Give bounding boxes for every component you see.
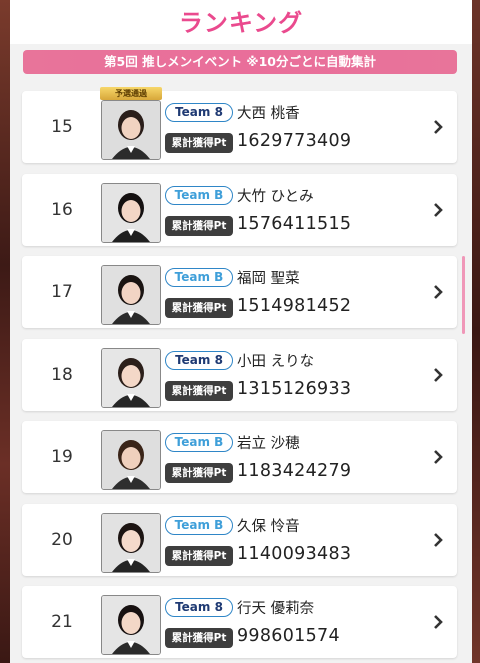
member-photo — [101, 100, 161, 160]
cumulative-pt-label: 累計獲得Pt — [165, 381, 233, 401]
chevron-right-icon[interactable] — [429, 531, 447, 549]
member-name: 久保 怜音 — [237, 519, 300, 535]
team-badge: Team 8 — [165, 351, 233, 370]
points-value: 1140093483 — [237, 544, 352, 564]
ranking-row[interactable]: 19 Team B 岩立 沙穂 累計獲得Pt 1183424279 — [22, 421, 457, 493]
rank-number: 21 — [51, 612, 73, 632]
person-icon — [102, 596, 160, 654]
ranking-row[interactable]: 21 Team 8 行天 優莉奈 累計獲得Pt 998601574 — [22, 586, 457, 658]
member-name: 大西 桃香 — [237, 106, 300, 122]
ranking-row[interactable]: 17 Team B 福岡 聖菜 累計獲得Pt 1514981452 — [22, 256, 457, 328]
rank-number: 15 — [51, 117, 73, 137]
team-badge: Team B — [165, 516, 233, 535]
points-value: 1514981452 — [237, 296, 352, 316]
team-badge: Team B — [165, 433, 233, 452]
rank-number: 17 — [51, 282, 73, 302]
background-right — [472, 0, 480, 663]
points-value: 1629773409 — [237, 131, 352, 151]
rank-number: 19 — [51, 447, 73, 467]
background-left — [0, 0, 10, 663]
ranking-row[interactable]: 18 Team 8 小田 えりな 累計獲得Pt 1315126933 — [22, 339, 457, 411]
chevron-right-icon[interactable] — [429, 118, 447, 136]
points-value: 1576411515 — [237, 214, 352, 234]
chevron-right-icon[interactable] — [429, 448, 447, 466]
team-badge: Team 8 — [165, 103, 233, 122]
cumulative-pt-label: 累計獲得Pt — [165, 216, 233, 236]
points-value: 998601574 — [237, 626, 340, 646]
member-photo — [101, 183, 161, 243]
points-value: 1315126933 — [237, 379, 352, 399]
cumulative-pt-label: 累計獲得Pt — [165, 628, 233, 648]
team-badge: Team 8 — [165, 598, 233, 617]
person-icon — [102, 431, 160, 489]
ranking-row[interactable]: 15 予選通過 Team 8 大西 桃香 累計獲得Pt 1629773409 — [22, 87, 457, 163]
cumulative-pt-label: 累計獲得Pt — [165, 546, 233, 566]
member-photo — [101, 348, 161, 408]
page-title: ランキング — [178, 9, 304, 37]
person-icon — [102, 266, 160, 324]
team-badge: Team B — [165, 268, 233, 287]
header: ランキング — [10, 0, 472, 44]
member-name: 行天 優莉奈 — [237, 601, 315, 617]
person-icon — [102, 101, 160, 159]
rank-number: 20 — [51, 530, 73, 550]
rank-number: 16 — [51, 200, 73, 220]
rank-number: 18 — [51, 365, 73, 385]
member-photo — [101, 265, 161, 325]
member-name: 岩立 沙穂 — [237, 436, 300, 452]
member-name: 大竹 ひとみ — [237, 189, 314, 205]
person-icon — [102, 349, 160, 407]
member-photo — [101, 430, 161, 490]
cumulative-pt-label: 累計獲得Pt — [165, 298, 233, 318]
event-banner: 第5回 推しメンイベント ※10分ごとに自動集計 — [23, 50, 457, 74]
cumulative-pt-label: 累計獲得Pt — [165, 463, 233, 483]
qualified-badge: 予選通過 — [100, 87, 162, 100]
chevron-right-icon[interactable] — [429, 366, 447, 384]
ranking-list: 15 予選通過 Team 8 大西 桃香 累計獲得Pt 1629773409 1… — [10, 84, 472, 663]
chevron-right-icon[interactable] — [429, 613, 447, 631]
member-photo — [101, 513, 161, 573]
member-name: 小田 えりな — [237, 354, 315, 370]
member-name: 福岡 聖菜 — [237, 271, 300, 287]
ranking-row[interactable]: 20 Team B 久保 怜音 累計獲得Pt 1140093483 — [22, 504, 457, 576]
person-icon — [102, 184, 160, 242]
person-icon — [102, 514, 160, 572]
cumulative-pt-label: 累計獲得Pt — [165, 133, 233, 153]
points-value: 1183424279 — [237, 461, 352, 481]
team-badge: Team B — [165, 186, 233, 205]
chevron-right-icon[interactable] — [429, 283, 447, 301]
ranking-row[interactable]: 16 Team B 大竹 ひとみ 累計獲得Pt 1576411515 — [22, 174, 457, 246]
scrollbar[interactable] — [462, 256, 465, 334]
ranking-panel: ランキング 第5回 推しメンイベント ※10分ごとに自動集計 15 予選通過 T… — [10, 0, 472, 663]
member-photo — [101, 595, 161, 655]
chevron-right-icon[interactable] — [429, 201, 447, 219]
